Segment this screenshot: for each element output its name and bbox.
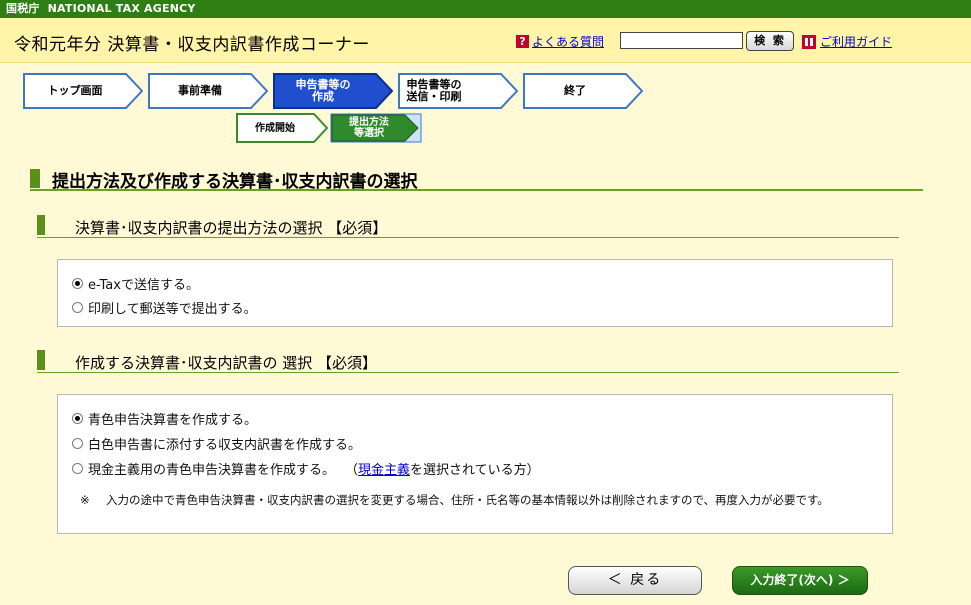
- step-finish: 終了: [523, 73, 643, 109]
- step-label: トップ画面: [47, 84, 103, 97]
- option-label: 白色申告書に添付する収支内訳書を作成する。: [88, 438, 362, 453]
- radio-blue-return[interactable]: [72, 413, 83, 424]
- agency-name-jp: 国税庁: [6, 2, 40, 15]
- step-label: 申告書等の 送信・印刷: [406, 78, 462, 103]
- step-create-current: 申告書等の 作成: [273, 73, 393, 109]
- option-label: 青色申告決算書を作成する。: [88, 413, 258, 428]
- step-label: 事前準備: [178, 84, 222, 97]
- faq-link-group[interactable]: ? よくある質問: [516, 33, 604, 50]
- section-heading-text: 作成する決算書･収支内訳書の 選択 【必須】: [75, 354, 378, 372]
- faq-link[interactable]: よくある質問: [532, 33, 604, 50]
- option-label: 印刷して郵送等で提出する。: [88, 302, 257, 317]
- option-print-mail[interactable]: 印刷して郵送等で提出する。: [72, 298, 257, 317]
- substep-label: 作成開始: [255, 122, 295, 134]
- step-preparation: 事前準備: [148, 73, 268, 109]
- heading-bar-marker: [37, 350, 45, 370]
- main-heading: 提出方法及び作成する決算書･収支内訳書の選択: [30, 167, 923, 192]
- substep-method-current: 提出方法 等選択: [330, 113, 422, 143]
- substep-label: 提出方法 等選択: [349, 117, 389, 139]
- agency-bar: 国税庁 NATIONAL TAX AGENCY: [0, 0, 971, 18]
- option-suffix-close: を選択されている方）: [410, 463, 540, 478]
- radio-etax[interactable]: [72, 278, 83, 289]
- section-heading-text: 決算書･収支内訳書の提出方法の選択 【必須】: [75, 219, 388, 237]
- step-label: 終了: [564, 84, 586, 97]
- heading-bar-marker: [37, 215, 45, 235]
- option-cash-basis[interactable]: 現金主義用の青色申告決算書を作成する。 （現金主義 を選択されている方）: [72, 459, 540, 478]
- radio-print-mail[interactable]: [72, 302, 83, 313]
- heading-bar-marker: [30, 169, 40, 188]
- guide-link[interactable]: ご利用ガイド: [820, 33, 892, 50]
- guide-link-group[interactable]: ご利用ガイド: [802, 33, 892, 50]
- option-suffix-open: （: [345, 463, 359, 478]
- substep-start: 作成開始: [236, 113, 328, 143]
- submission-method-options: e-Taxで送信する。 印刷して郵送等で提出する。: [57, 259, 893, 327]
- option-label: e-Taxで送信する。: [88, 278, 199, 293]
- step-label: 申告書等の 作成: [295, 78, 351, 103]
- selection-change-note: ※ 入力の途中で青色申告決算書・収支内訳書の選択を変更する場合、住所・氏名等の基…: [80, 493, 884, 508]
- step-send-print: 申告書等の 送信・印刷: [398, 73, 518, 109]
- section-heading-submission-method: 決算書･収支内訳書の提出方法の選択 【必須】: [37, 214, 899, 238]
- main-heading-text: 提出方法及び作成する決算書･収支内訳書の選択: [52, 172, 418, 192]
- agency-name-en: NATIONAL TAX AGENCY: [47, 2, 196, 15]
- option-label: 現金主義用の青色申告決算書を作成する。: [88, 463, 336, 478]
- option-blue-return[interactable]: 青色申告決算書を作成する。: [72, 409, 257, 428]
- question-icon: ?: [516, 35, 529, 48]
- radio-cash-basis[interactable]: [72, 463, 83, 474]
- guide-book-icon: [802, 34, 816, 49]
- back-button[interactable]: ＜ 戻る: [568, 566, 702, 595]
- note-text: 入力の途中で青色申告決算書・収支内訳書の選択を変更する場合、住所・氏名等の基本情…: [106, 493, 829, 507]
- search-button[interactable]: 検 索: [746, 31, 794, 51]
- section-heading-document-type: 作成する決算書･収支内訳書の 選択 【必須】: [37, 349, 899, 373]
- option-white-statement[interactable]: 白色申告書に添付する収支内訳書を作成する。: [72, 434, 361, 453]
- radio-white-statement[interactable]: [72, 438, 83, 449]
- step-top: トップ画面: [23, 73, 143, 109]
- next-button[interactable]: 入力終了(次へ) ＞: [732, 566, 868, 595]
- header: 令和元年分 決算書・収支内訳書作成コーナー ? よくある質問 検 索 ご利用ガイ…: [0, 18, 971, 63]
- option-etax[interactable]: e-Taxで送信する。: [72, 274, 199, 293]
- document-type-options: 青色申告決算書を作成する。 白色申告書に添付する収支内訳書を作成する。 現金主義…: [57, 394, 893, 534]
- note-mark: ※: [80, 493, 90, 507]
- cash-basis-link[interactable]: 現金主義: [358, 459, 410, 478]
- search-input[interactable]: [620, 32, 743, 49]
- page-title: 令和元年分 決算書・収支内訳書作成コーナー: [14, 35, 370, 55]
